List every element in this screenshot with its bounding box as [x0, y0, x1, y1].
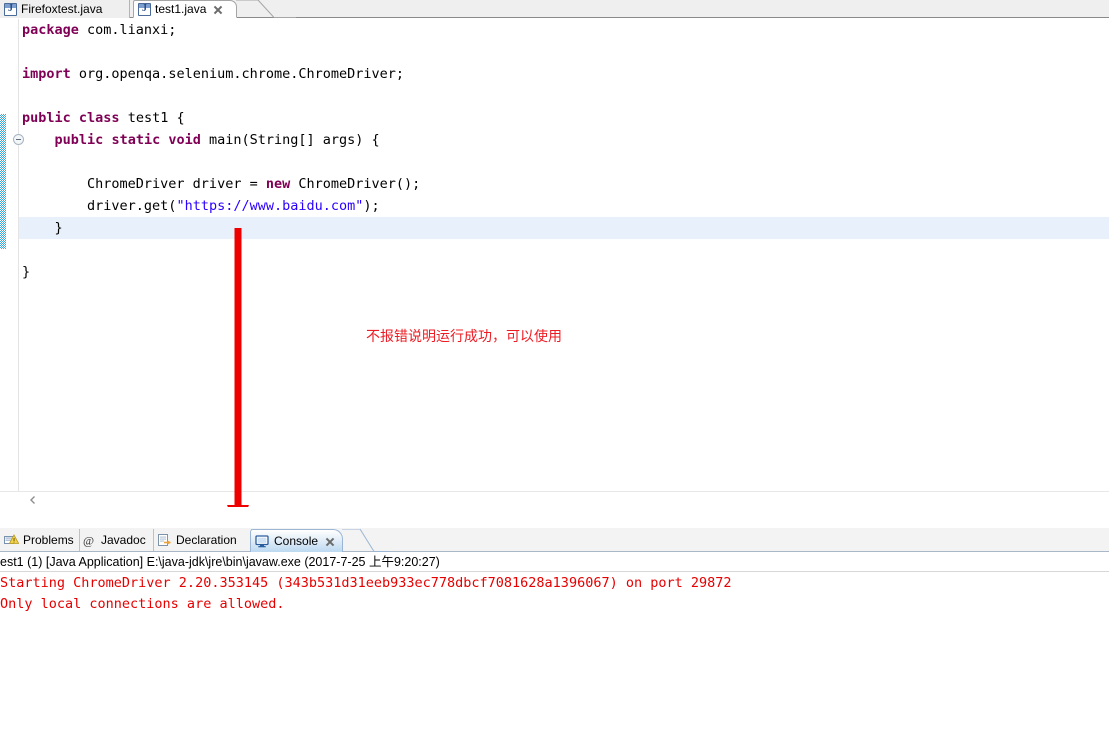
code-token: );: [363, 198, 380, 214]
scroll-left-icon[interactable]: [28, 495, 38, 505]
gutter-separator: [18, 19, 19, 507]
code-token: public: [54, 132, 104, 148]
console-line: Starting ChromeDriver 2.20.353145 (343b5…: [0, 575, 732, 591]
close-icon[interactable]: [212, 4, 223, 15]
code-token: new: [265, 176, 291, 192]
view-tab-trailing-shape: [342, 529, 390, 552]
svg-text:@: @: [83, 534, 94, 548]
code-token: }: [22, 264, 31, 280]
code-token: org.openqa.selenium.chrome.ChromeDriver;: [70, 66, 405, 82]
view-tab-label: Javadoc: [101, 533, 146, 547]
console-launch-line: est1 (1) [Java Application] E:\java-jdk\…: [0, 553, 1109, 572]
code-token: "https://www.baidu.com": [176, 198, 364, 214]
editor-tab-trailing-shape: [236, 0, 296, 18]
code-line: driver.get("https://www.baidu.com");: [22, 195, 1102, 217]
code-line: }: [22, 261, 1102, 283]
tab-console[interactable]: Console: [250, 529, 343, 552]
bottom-view-stack: Problems @ Javadoc Declaration Console e…: [0, 507, 1109, 735]
code-token: import: [22, 66, 71, 82]
editor-tab-label: test1.java: [155, 2, 207, 16]
tab-declaration[interactable]: Declaration: [153, 529, 252, 551]
editor-horizontal-scrollbar[interactable]: [0, 491, 1109, 507]
editor-tab-firefoxtest[interactable]: Firefoxtest.java: [0, 0, 130, 18]
problems-icon: [4, 533, 20, 547]
editor-tab-test1[interactable]: test1.java: [133, 0, 237, 18]
java-file-icon: [138, 2, 151, 16]
tab-problems[interactable]: Problems: [0, 529, 80, 551]
code-token: public: [22, 110, 71, 126]
code-token: driver.get(: [22, 198, 177, 214]
editor-gutter[interactable]: [6, 19, 18, 507]
annotation-note: 不报错说明运行成功，可以使用: [366, 329, 562, 345]
java-file-icon: [4, 2, 17, 16]
view-tab-label: Console: [274, 534, 319, 548]
code-token: test1 {: [119, 110, 185, 126]
view-tab-label: Declaration: [176, 533, 237, 547]
javadoc-at-icon: @: [82, 533, 97, 548]
code-line: }: [22, 217, 1102, 239]
tab-javadoc[interactable]: @ Javadoc: [78, 529, 154, 551]
declaration-icon: [157, 533, 172, 547]
code-line: package com.lianxi;: [22, 19, 1102, 41]
code-token: void: [168, 132, 201, 148]
code-token: main(String[] args) {: [200, 132, 380, 148]
editor-tab-bar: Firefoxtest.java test1.java: [0, 0, 1109, 18]
code-token: }: [22, 220, 63, 236]
code-line: import org.openqa.selenium.chrome.Chrome…: [22, 63, 1102, 85]
code-token: class: [78, 110, 120, 126]
console-icon: [255, 534, 270, 548]
code-token: ChromeDriver driver =: [22, 176, 266, 192]
code-line: public static void main(String[] args) {: [22, 129, 1102, 151]
code-line: ChromeDriver driver = new ChromeDriver()…: [22, 173, 1102, 195]
code-line: public class test1 {: [22, 107, 1102, 129]
code-token: package: [22, 22, 79, 38]
code-token: com.lianxi;: [78, 22, 177, 38]
panel-top-strip: [0, 507, 1109, 528]
view-tab-label: Problems: [23, 533, 74, 547]
code-token: ChromeDriver();: [290, 176, 421, 192]
close-icon[interactable]: [324, 536, 335, 547]
code-text[interactable]: package com.lianxi; import org.openqa.se…: [22, 19, 1102, 283]
console-line: Only local connections are allowed.: [0, 596, 285, 612]
console-output[interactable]: Starting ChromeDriver 2.20.353145 (343b5…: [0, 573, 1109, 735]
view-tab-bar: Problems @ Javadoc Declaration Console: [0, 528, 1109, 552]
editor-tab-label: Firefoxtest.java: [21, 2, 103, 16]
code-token: static: [111, 132, 161, 148]
code-editor[interactable]: package com.lianxi; import org.openqa.se…: [0, 19, 1109, 507]
